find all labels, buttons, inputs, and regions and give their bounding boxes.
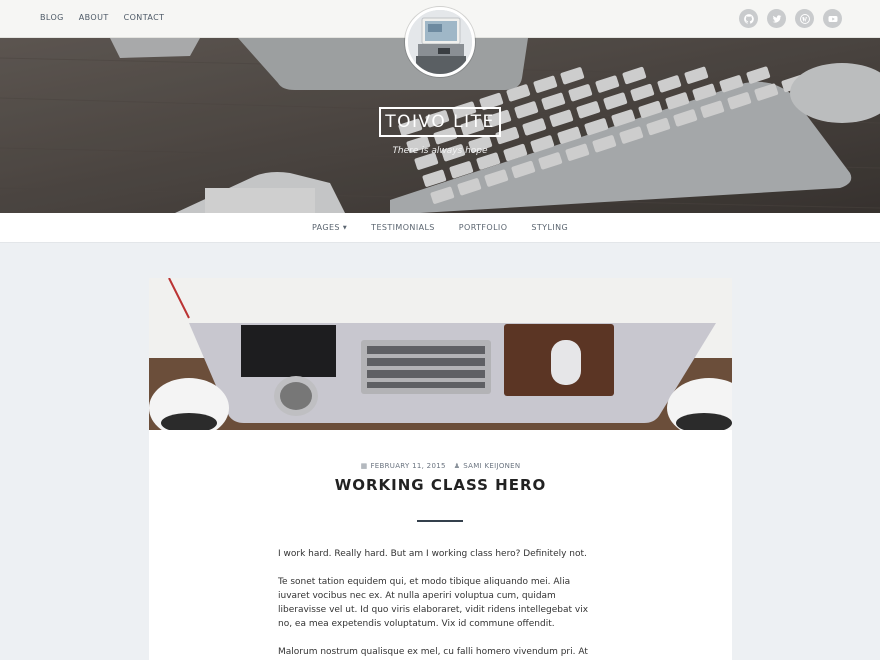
main-navigation: PAGES ▼ TESTIMONIALS PORTFOLIO STYLING xyxy=(0,213,880,243)
post-date[interactable]: FEBRUARY 11, 2015 xyxy=(370,462,445,470)
post-content: I work hard. Really hard. But am I worki… xyxy=(278,547,603,660)
post-card: ▦ FEBRUARY 11, 2015 ♟ SAMI KEIJONEN WORKIN… xyxy=(149,278,732,660)
main-nav-styling[interactable]: STYLING xyxy=(531,223,568,232)
youtube-icon[interactable] xyxy=(823,9,842,28)
post-meta: ▦ FEBRUARY 11, 2015 ♟ SAMI KEIJONEN xyxy=(149,462,732,470)
post-paragraph: Malorum nostrum qualisque ex mel, cu fal… xyxy=(278,647,588,657)
wordpress-icon[interactable] xyxy=(795,9,814,28)
title-divider xyxy=(417,520,463,522)
post-title[interactable]: WORKING CLASS HERO xyxy=(149,476,732,494)
main-nav-pages-label: PAGES xyxy=(311,223,340,232)
top-navigation: BLOG ABOUT CONTACT xyxy=(40,13,164,22)
twitter-icon[interactable] xyxy=(767,9,786,28)
site-avatar[interactable] xyxy=(405,7,475,77)
post-author[interactable]: SAMI KEIJONEN xyxy=(463,462,520,470)
main-nav-pages[interactable]: PAGES ▼ xyxy=(312,223,347,232)
post-featured-image[interactable] xyxy=(149,278,732,430)
post-date-wrapper: ▦ FEBRUARY 11, 2015 xyxy=(361,462,446,470)
main-nav-portfolio[interactable]: PORTFOLIO xyxy=(459,223,508,232)
top-nav-about[interactable]: ABOUT xyxy=(79,13,109,22)
post-author-wrapper: ♟ SAMI KEIJONEN xyxy=(454,462,521,470)
top-nav-contact[interactable]: CONTACT xyxy=(124,13,165,22)
social-links xyxy=(739,9,842,28)
github-icon[interactable] xyxy=(739,9,758,28)
user-icon: ♟ xyxy=(453,462,461,470)
top-nav-blog[interactable]: BLOG xyxy=(40,13,64,22)
post-paragraph: I work hard. Really hard. But am I worki… xyxy=(278,549,587,559)
calendar-icon: ▦ xyxy=(360,462,368,470)
main-nav-testimonials[interactable]: TESTIMONIALS xyxy=(371,223,435,232)
site-title[interactable]: TOIVO LITE xyxy=(379,107,501,137)
post-paragraph: Te sonet tation equidem qui, et modo tib… xyxy=(278,577,589,629)
chevron-down-icon: ▼ xyxy=(342,224,348,231)
site-tagline: There is always hope xyxy=(392,146,488,156)
